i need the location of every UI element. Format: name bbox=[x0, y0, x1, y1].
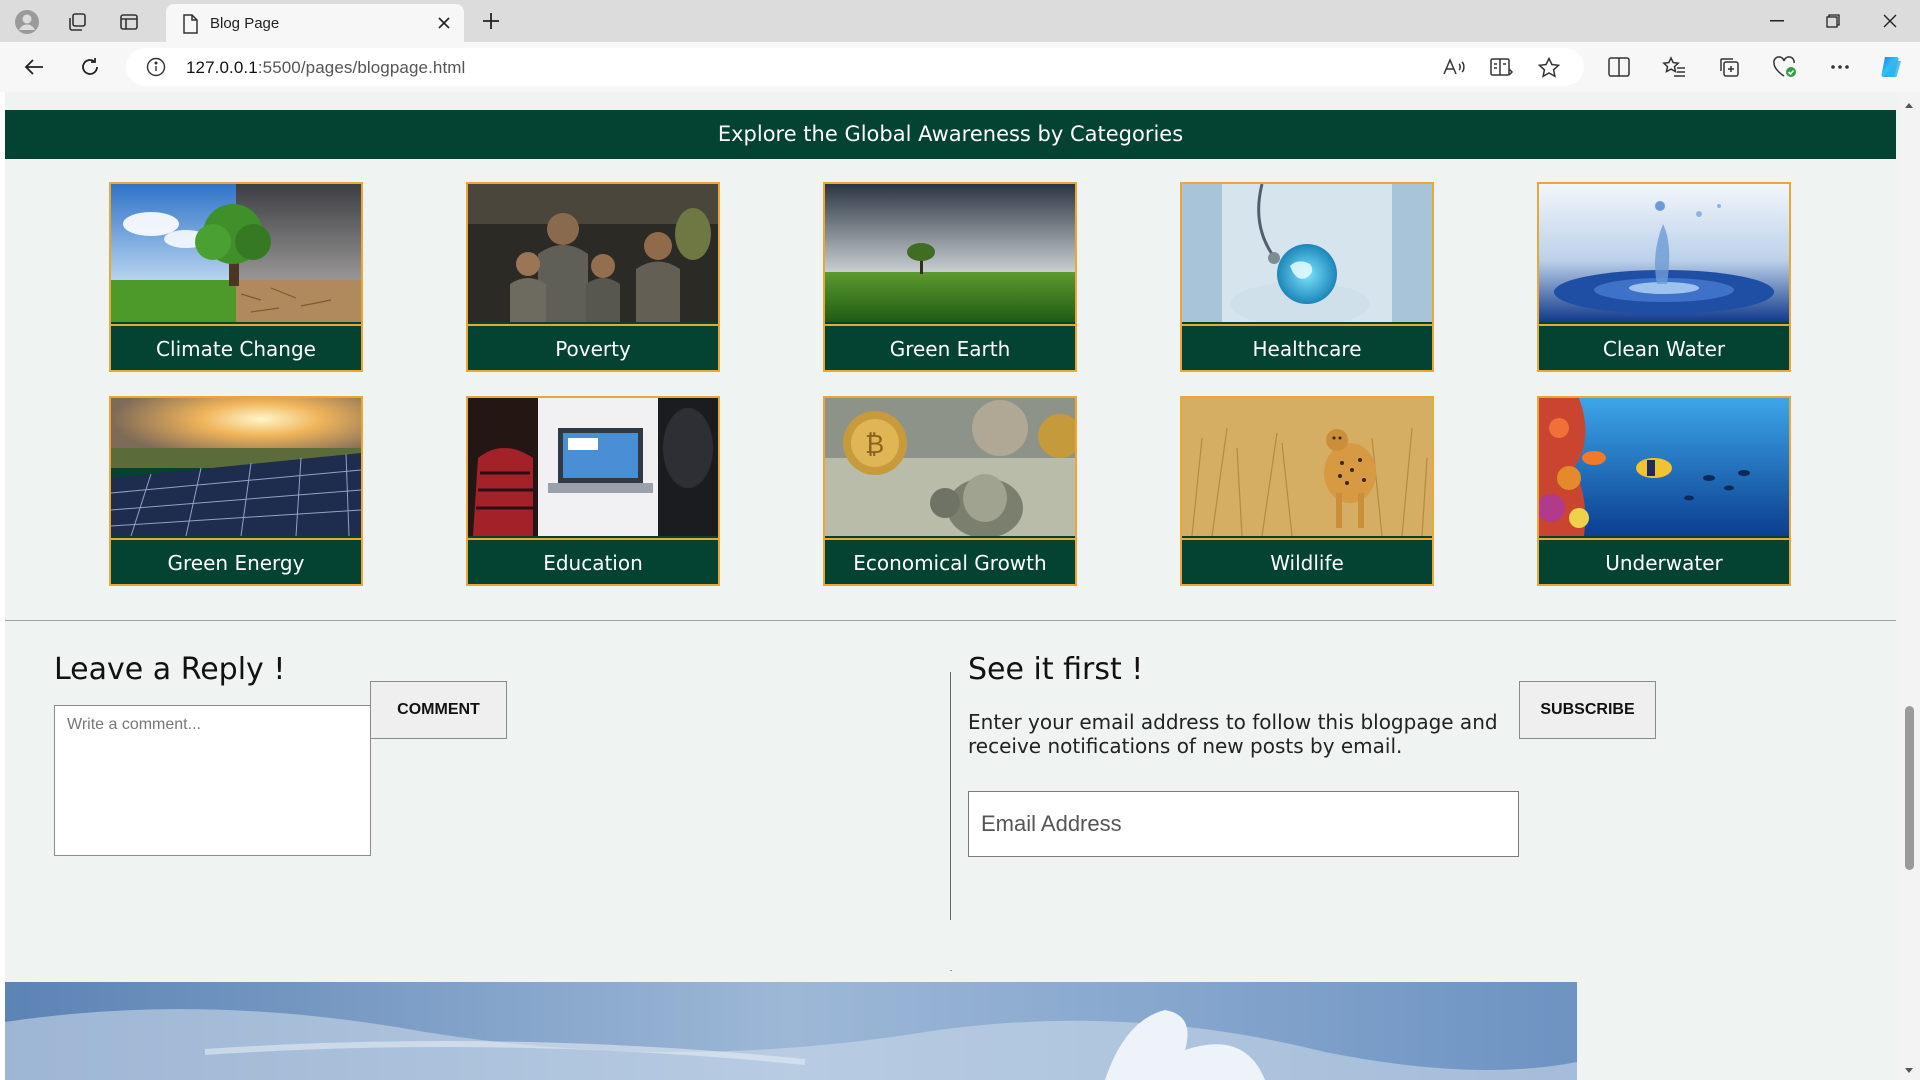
close-tab-icon[interactable] bbox=[434, 13, 454, 33]
category-label: Green Earth bbox=[825, 324, 1075, 370]
footer-sky-image bbox=[5, 982, 1577, 1080]
wildlife-image bbox=[1182, 398, 1432, 536]
split-screen-icon[interactable] bbox=[1604, 54, 1634, 80]
url-text[interactable]: 127.0.0.1:5500/pages/blogpage.html bbox=[186, 58, 465, 78]
favorites-list-icon[interactable] bbox=[1659, 54, 1689, 80]
minimize-icon[interactable] bbox=[1749, 2, 1805, 40]
more-options-icon[interactable] bbox=[1825, 54, 1855, 80]
category-card-healthcare[interactable]: Healthcare bbox=[1180, 182, 1434, 372]
workspaces-icon[interactable] bbox=[58, 8, 96, 36]
category-card-underwater[interactable]: Underwater bbox=[1537, 396, 1791, 586]
category-label: Green Energy bbox=[111, 538, 361, 584]
category-label: Poverty bbox=[468, 324, 718, 370]
category-label: Economical Growth bbox=[825, 538, 1075, 584]
category-card-clean-water[interactable]: Clean Water bbox=[1537, 182, 1791, 372]
category-card-green-earth[interactable]: Green Earth bbox=[823, 182, 1077, 372]
back-icon[interactable] bbox=[16, 51, 52, 83]
comment-textarea[interactable] bbox=[54, 705, 371, 856]
browser-tab-bar: Blog Page bbox=[0, 0, 1920, 42]
column-divider bbox=[950, 672, 951, 920]
site-info-icon[interactable] bbox=[146, 57, 166, 77]
browser-essentials-icon[interactable] bbox=[1770, 54, 1800, 80]
copilot-icon[interactable] bbox=[1877, 54, 1907, 80]
category-card-economical-growth[interactable]: ₿ Economical Growth bbox=[823, 396, 1077, 586]
read-aloud-icon[interactable] bbox=[1441, 56, 1467, 78]
reply-title: Leave a Reply ! bbox=[54, 652, 286, 687]
address-bar[interactable]: 127.0.0.1:5500/pages/blogpage.html bbox=[126, 48, 1584, 86]
healthcare-image bbox=[1182, 184, 1432, 322]
tiny-dot bbox=[950, 970, 952, 971]
collections-icon[interactable] bbox=[1714, 54, 1744, 80]
economical-growth-image: ₿ bbox=[825, 398, 1075, 536]
climate-change-image bbox=[111, 184, 361, 322]
email-field[interactable] bbox=[968, 791, 1519, 857]
category-label: Underwater bbox=[1539, 538, 1789, 584]
vertical-scrollbar[interactable] bbox=[1898, 92, 1920, 1080]
vertical-tabs-icon[interactable] bbox=[110, 8, 148, 36]
section-divider bbox=[5, 620, 1896, 621]
svg-text:₿: ₿ bbox=[865, 430, 884, 460]
refresh-icon[interactable] bbox=[72, 51, 108, 83]
clean-water-image bbox=[1539, 184, 1789, 322]
category-card-wildlife[interactable]: Wildlife bbox=[1180, 396, 1434, 586]
browser-toolbar: 127.0.0.1:5500/pages/blogpage.html bbox=[0, 42, 1920, 92]
scroll-up-icon[interactable] bbox=[1903, 96, 1915, 108]
category-label: Climate Change bbox=[111, 324, 361, 370]
education-image bbox=[468, 398, 718, 536]
page-viewport: Explore the Global Awareness by Categori… bbox=[5, 92, 1898, 1080]
scrollbar-thumb[interactable] bbox=[1905, 706, 1914, 870]
comment-button[interactable]: COMMENT bbox=[370, 681, 507, 739]
underwater-image bbox=[1539, 398, 1789, 536]
tab-title: Blog Page bbox=[210, 15, 280, 32]
category-card-climate-change[interactable]: Climate Change bbox=[109, 182, 363, 372]
category-card-green-energy[interactable]: Green Energy bbox=[109, 396, 363, 586]
close-window-icon[interactable] bbox=[1862, 2, 1918, 40]
subscribe-description: Enter your email address to follow this … bbox=[968, 710, 1498, 758]
new-tab-button[interactable] bbox=[474, 6, 508, 36]
categories-header: Explore the Global Awareness by Categori… bbox=[5, 110, 1896, 159]
page-icon bbox=[182, 14, 198, 38]
category-card-education[interactable]: Education bbox=[466, 396, 720, 586]
immersive-reader-icon[interactable] bbox=[1489, 56, 1515, 78]
favorite-star-icon[interactable] bbox=[1536, 56, 1562, 78]
scroll-down-icon[interactable] bbox=[1903, 1062, 1915, 1074]
category-label: Healthcare bbox=[1182, 324, 1432, 370]
green-energy-image bbox=[111, 398, 361, 536]
category-label: Education bbox=[468, 538, 718, 584]
subscribe-button[interactable]: SUBSCRIBE bbox=[1519, 681, 1656, 739]
category-card-poverty[interactable]: Poverty bbox=[466, 182, 720, 372]
category-label: Wildlife bbox=[1182, 538, 1432, 584]
poverty-image bbox=[468, 184, 718, 322]
subscribe-title: See it first ! bbox=[968, 652, 1144, 687]
category-label: Clean Water bbox=[1539, 324, 1789, 370]
green-earth-image bbox=[825, 184, 1075, 322]
profile-icon[interactable] bbox=[8, 8, 46, 36]
restore-icon[interactable] bbox=[1805, 2, 1861, 40]
active-tab[interactable]: Blog Page bbox=[166, 4, 464, 42]
